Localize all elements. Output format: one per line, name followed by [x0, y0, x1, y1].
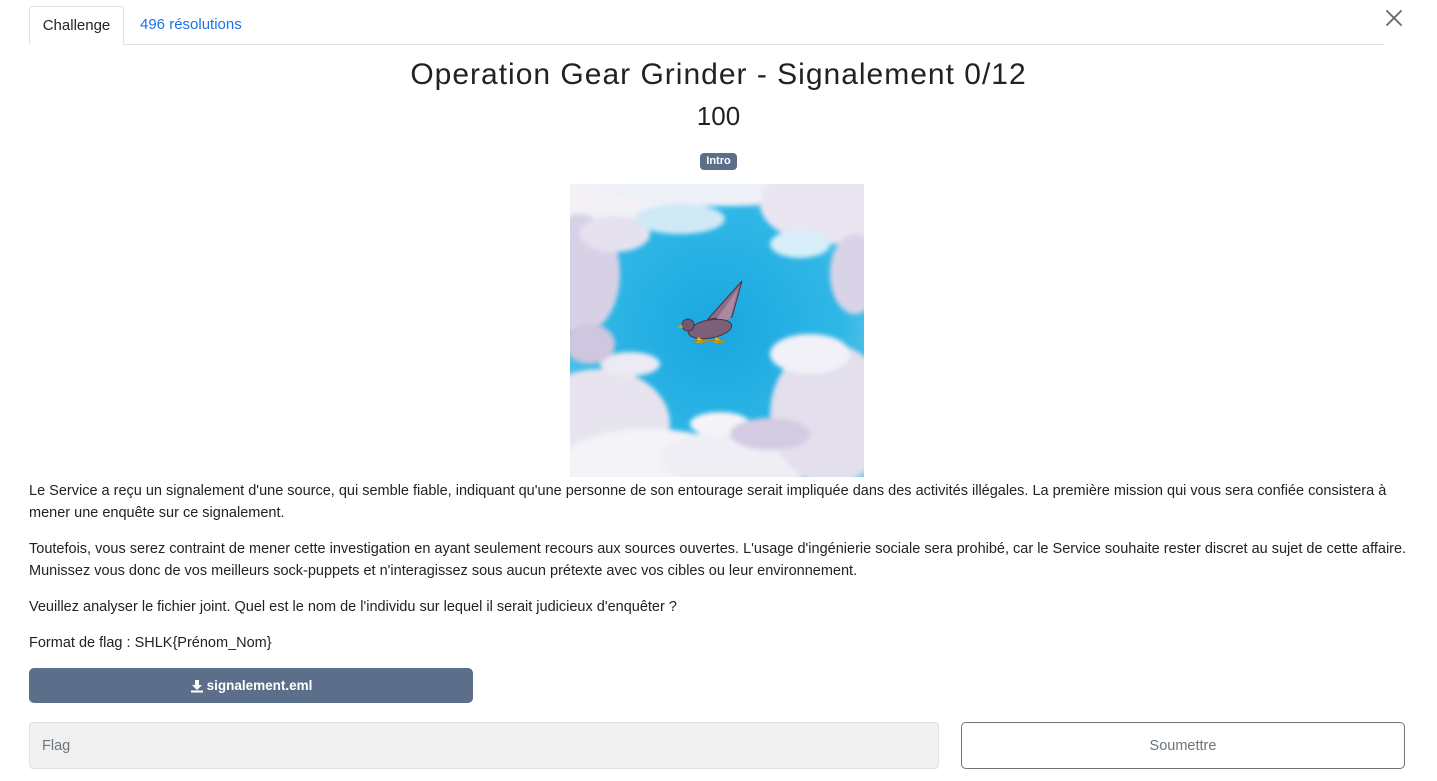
challenge-points: 100 — [696, 101, 741, 131]
description-paragraph: Toutefois, vous serez contraint de mener… — [29, 541, 1407, 579]
submit-button[interactable]: Soumettre — [961, 722, 1405, 769]
flag-input[interactable] — [29, 722, 939, 769]
flag-format: Format de flag : SHLK{Prénom_Nom} — [29, 635, 272, 651]
challenge-illustration — [570, 184, 864, 477]
description-paragraph: Veuillez analyser le fichier joint. Quel… — [29, 599, 677, 615]
tab-challenge[interactable]: Challenge — [29, 6, 124, 45]
challenge-description: Le Service a reçu un signalement d'une s… — [29, 480, 1409, 668]
category-badge-wrap: Intro — [0, 151, 1437, 170]
download-attachment-button[interactable]: signalement.eml — [29, 668, 473, 703]
attachment-filename: signalement.eml — [206, 678, 313, 693]
tab-solves[interactable]: 496 résolutions — [125, 6, 257, 45]
description-paragraph: Le Service a reçu un signalement d'une s… — [29, 483, 1387, 521]
download-icon — [190, 679, 203, 692]
modal-tabs: Challenge 496 résolutions — [29, 6, 1384, 45]
close-icon[interactable] — [1383, 7, 1405, 29]
category-badge: Intro — [700, 153, 737, 170]
challenge-title: Operation Gear Grinder - Signalement 0/1… — [410, 58, 1027, 91]
